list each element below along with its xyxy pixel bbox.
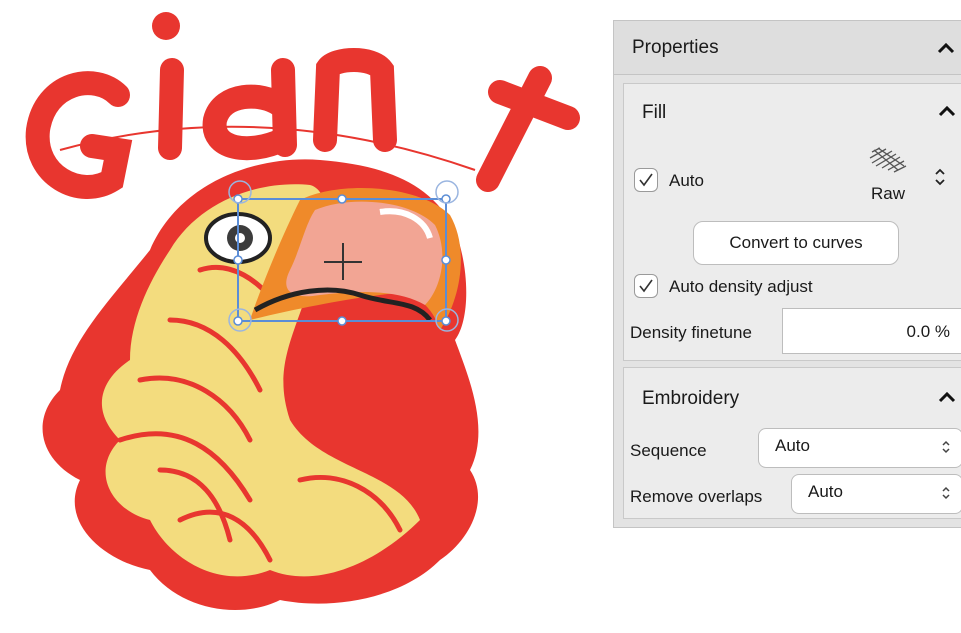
stitch-type-label: Raw	[871, 184, 906, 203]
stitch-type-stepper-icon[interactable]	[933, 166, 947, 193]
properties-header[interactable]: Properties	[614, 21, 961, 75]
chevron-up-icon[interactable]	[937, 104, 957, 118]
properties-panel: Properties Fill Auto Raw Convert to curv…	[613, 20, 961, 528]
panel-title: Properties	[632, 37, 719, 58]
auto-fill-label: Auto	[669, 171, 704, 190]
eagle-embroidery[interactable]	[42, 159, 479, 610]
raw-stitch-icon[interactable]	[866, 146, 910, 181]
sequence-label: Sequence	[630, 441, 707, 460]
sequence-value: Auto	[775, 436, 810, 455]
auto-fill-checkbox[interactable]	[634, 168, 658, 192]
density-finetune-label: Density finetune	[630, 323, 752, 342]
design-canvas[interactable]	[0, 0, 590, 628]
density-finetune-input[interactable]: 0.0 %	[782, 308, 961, 354]
remove-overlaps-select[interactable]: Auto	[791, 474, 961, 514]
convert-to-curves-button[interactable]: Convert to curves	[693, 221, 899, 265]
density-finetune-value: 0.0 %	[906, 322, 950, 341]
remove-overlaps-value: Auto	[808, 482, 843, 501]
auto-density-label: Auto density adjust	[669, 277, 813, 296]
select-arrows-icon	[940, 484, 952, 507]
sequence-select[interactable]: Auto	[758, 428, 961, 468]
chevron-up-icon[interactable]	[937, 390, 957, 404]
fill-section-title: Fill	[642, 102, 667, 123]
fill-section: Fill Auto Raw Convert to curves Auto den…	[623, 83, 961, 361]
auto-density-checkbox[interactable]	[634, 274, 658, 298]
remove-overlaps-label: Remove overlaps	[630, 487, 763, 506]
chevron-up-icon[interactable]	[936, 41, 956, 55]
embroidery-section-title: Embroidery	[642, 388, 740, 409]
select-arrows-icon	[940, 438, 952, 461]
embroidery-section: Embroidery Sequence Auto Remove overlaps…	[623, 367, 961, 519]
